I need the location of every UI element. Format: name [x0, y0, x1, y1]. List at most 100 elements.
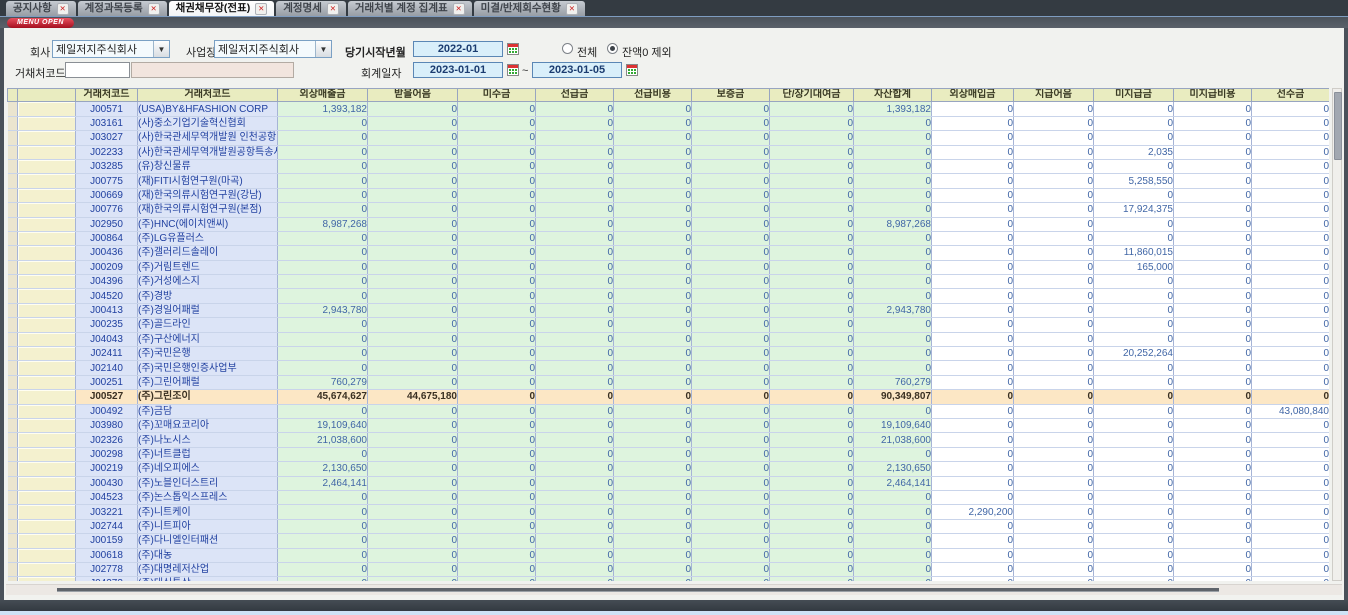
vendor-code-cell[interactable]: J03980	[76, 418, 138, 432]
row-gutter-cell[interactable]	[18, 519, 76, 533]
amount-cell[interactable]: 0	[536, 433, 614, 447]
amount-cell[interactable]: 0	[614, 505, 692, 519]
amount-cell[interactable]: 0	[854, 505, 932, 519]
amount-cell[interactable]: 0	[536, 188, 614, 202]
amount-cell[interactable]: 0	[1252, 159, 1330, 173]
amount-cell[interactable]: 0	[1094, 490, 1174, 504]
amount-cell[interactable]: 0	[854, 318, 932, 332]
amount-cell[interactable]: 0	[458, 577, 536, 581]
amount-cell[interactable]: 0	[368, 231, 458, 245]
amount-cell[interactable]: 0	[1252, 433, 1330, 447]
vendor-name-cell[interactable]: (사)중소기업기술혁신협회	[138, 116, 278, 130]
row-indicator-cell[interactable]	[8, 318, 18, 332]
row-gutter-cell[interactable]	[18, 404, 76, 418]
row-gutter-cell[interactable]	[18, 289, 76, 303]
amount-cell[interactable]: 0	[1014, 246, 1094, 260]
amount-cell[interactable]: 0	[770, 361, 854, 375]
amount-cell[interactable]: 0	[770, 145, 854, 159]
row-gutter-cell[interactable]	[18, 116, 76, 130]
amount-cell[interactable]: 0	[458, 332, 536, 346]
amount-cell[interactable]: 1,393,182	[278, 102, 368, 116]
amount-cell[interactable]: 0	[458, 433, 536, 447]
amount-cell[interactable]: 0	[1014, 390, 1094, 404]
amount-cell[interactable]: 0	[536, 260, 614, 274]
amount-cell[interactable]: 0	[458, 102, 536, 116]
amount-cell[interactable]: 0	[932, 375, 1014, 389]
column-header-13[interactable]: 미지급비용	[1174, 89, 1252, 102]
table-row[interactable]: J00413(주)경일어패럴2,943,7800000002,943,78000…	[8, 303, 1330, 317]
tab-0[interactable]: 공지사항✕	[6, 1, 76, 16]
amount-cell[interactable]: 0	[1014, 562, 1094, 576]
table-row[interactable]: J02744(주)니트피아0000000000000	[8, 519, 1330, 533]
table-row[interactable]: J00864(주)LG유플러스0000000000000	[8, 231, 1330, 245]
amount-cell[interactable]: 0	[1094, 577, 1174, 581]
amount-cell[interactable]: 0	[692, 375, 770, 389]
amount-cell[interactable]: 0	[854, 534, 932, 548]
amount-cell[interactable]: 0	[458, 289, 536, 303]
amount-cell[interactable]: 0	[854, 289, 932, 303]
amount-cell[interactable]: 0	[854, 275, 932, 289]
row-indicator-cell[interactable]	[8, 375, 18, 389]
amount-cell[interactable]: 0	[278, 347, 368, 361]
vendor-name-cell[interactable]: (주)거림트렌드	[138, 260, 278, 274]
amount-cell[interactable]: 0	[368, 404, 458, 418]
amount-cell[interactable]: 0	[932, 102, 1014, 116]
amount-cell[interactable]: 0	[1174, 418, 1252, 432]
amount-cell[interactable]: 0	[278, 505, 368, 519]
row-indicator-cell[interactable]	[8, 217, 18, 231]
amount-cell[interactable]: 0	[854, 548, 932, 562]
amount-cell[interactable]: 0	[1094, 116, 1174, 130]
amount-cell[interactable]: 0	[1094, 131, 1174, 145]
amount-cell[interactable]: 0	[368, 505, 458, 519]
amount-cell[interactable]: 0	[1252, 203, 1330, 217]
amount-cell[interactable]: 0	[1014, 289, 1094, 303]
amount-cell[interactable]: 0	[368, 548, 458, 562]
amount-cell[interactable]: 0	[932, 332, 1014, 346]
amount-cell[interactable]: 0	[536, 418, 614, 432]
amount-cell[interactable]: 0	[692, 390, 770, 404]
row-indicator-cell[interactable]	[8, 145, 18, 159]
amount-cell[interactable]: 0	[1174, 490, 1252, 504]
amount-cell[interactable]: 0	[458, 318, 536, 332]
row-indicator-cell[interactable]	[8, 519, 18, 533]
amount-cell[interactable]: 0	[368, 418, 458, 432]
vendor-code-cell[interactable]: J02140	[76, 361, 138, 375]
row-indicator-cell[interactable]	[8, 203, 18, 217]
chevron-down-icon[interactable]: ▼	[153, 41, 169, 57]
amount-cell[interactable]: 0	[368, 476, 458, 490]
amount-cell[interactable]: 0	[536, 476, 614, 490]
amount-cell[interactable]: 0	[458, 347, 536, 361]
close-icon[interactable]: ✕	[57, 3, 69, 15]
vertical-scrollbar-thumb[interactable]	[1334, 92, 1342, 160]
amount-cell[interactable]: 0	[692, 519, 770, 533]
vendor-name-cell[interactable]: (주)HNC(에이치앤씨)	[138, 217, 278, 231]
amount-cell[interactable]: 0	[932, 131, 1014, 145]
amount-cell[interactable]: 0	[854, 174, 932, 188]
vendor-name-cell[interactable]: (주)네오피에스	[138, 462, 278, 476]
amount-cell[interactable]: 0	[278, 289, 368, 303]
amount-cell[interactable]: 21,038,600	[278, 433, 368, 447]
vendor-name-cell[interactable]: (주)나노시스	[138, 433, 278, 447]
amount-cell[interactable]: 0	[1252, 534, 1330, 548]
amount-cell[interactable]: 0	[1174, 548, 1252, 562]
amount-cell[interactable]: 0	[1014, 375, 1094, 389]
vendor-code-cell[interactable]: J03161	[76, 116, 138, 130]
vendor-name-cell[interactable]: (주)그린조이	[138, 390, 278, 404]
vendor-code-cell[interactable]: J03285	[76, 159, 138, 173]
row-indicator-cell[interactable]	[8, 462, 18, 476]
vertical-scrollbar[interactable]	[1332, 88, 1342, 581]
amount-cell[interactable]: 0	[1252, 131, 1330, 145]
row-indicator-cell[interactable]	[8, 260, 18, 274]
amount-cell[interactable]: 0	[1014, 505, 1094, 519]
vendor-name-cell[interactable]: (주)갤러리드솔레이	[138, 246, 278, 260]
vendor-code-cell[interactable]: J02233	[76, 145, 138, 159]
amount-cell[interactable]: 0	[1014, 159, 1094, 173]
amount-cell[interactable]: 0	[932, 217, 1014, 231]
amount-cell[interactable]: 0	[1252, 548, 1330, 562]
amount-cell[interactable]: 0	[536, 145, 614, 159]
row-indicator-cell[interactable]	[8, 116, 18, 130]
amount-cell[interactable]: 0	[1014, 275, 1094, 289]
row-indicator-cell[interactable]	[8, 447, 18, 461]
amount-cell[interactable]: 0	[1094, 390, 1174, 404]
vendor-name-cell[interactable]: (유)창신물류	[138, 159, 278, 173]
